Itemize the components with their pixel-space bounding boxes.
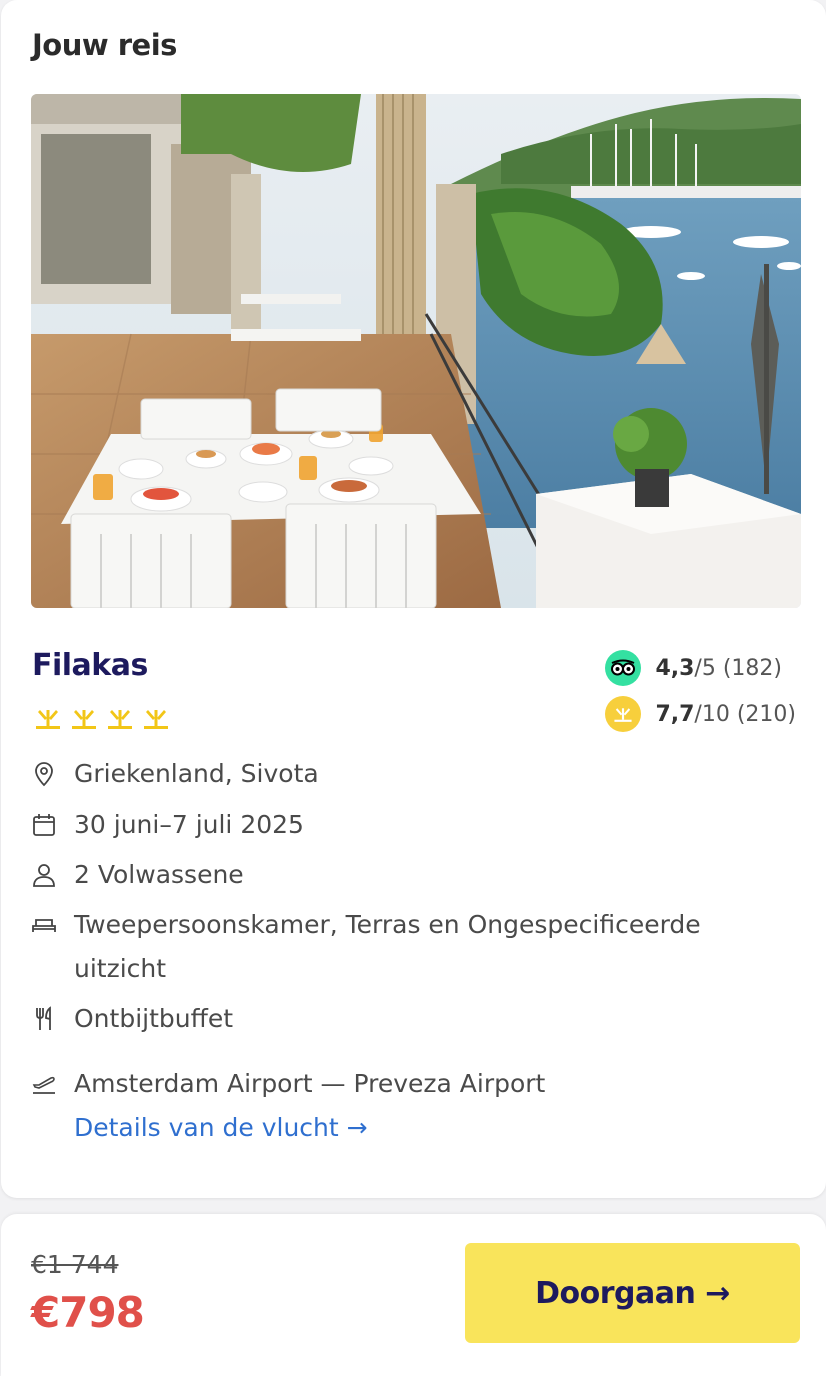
room-text: Tweepersoonskamer, Terras en Ongespecifi… [74, 910, 701, 983]
meal-row: Ontbijtbuffet [31, 997, 791, 1041]
sun-star-icon [72, 710, 96, 729]
hotel-photo[interactable] [31, 94, 801, 608]
tripadvisor-rating-text: 4,3/5 (182) [655, 655, 783, 681]
price-footer: €1 744 €798 Doorgaan → [1, 1214, 826, 1376]
ratings: 4,3/5 (182) 7,7/10 (210) [605, 648, 796, 740]
flight-row: Amsterdam Airport — Preveza Airport [31, 1062, 791, 1106]
location-text: Griekenland, Sivota [74, 759, 319, 788]
star-rating [34, 704, 170, 732]
continue-button[interactable]: Doorgaan → [465, 1243, 800, 1343]
dates-row: 30 juni–7 juli 2025 [31, 803, 791, 847]
dates-text: 30 juni–7 juli 2025 [74, 810, 304, 839]
old-price: €1 744 [31, 1250, 119, 1279]
location-row: Griekenland, Sivota [31, 752, 791, 796]
cutlery-icon [31, 997, 61, 1041]
trip-details: Griekenland, Sivota 30 juni–7 juli 2025 … [31, 752, 791, 1150]
person-icon [31, 853, 61, 897]
location-pin-icon [31, 752, 61, 796]
sunweb-rating-text: 7,7/10 (210) [655, 701, 796, 727]
flight-route-text: Amsterdam Airport — Preveza Airport [74, 1069, 546, 1098]
sun-star-icon [108, 710, 132, 729]
card-title: Jouw reis [32, 28, 177, 62]
sun-star-icon [144, 710, 168, 729]
new-price: €798 [31, 1288, 145, 1337]
sunweb-rating[interactable]: 7,7/10 (210) [605, 694, 796, 734]
guests-text: 2 Volwassene [74, 860, 244, 889]
tripadvisor-rating[interactable]: 4,3/5 (182) [605, 648, 796, 688]
tripadvisor-icon [605, 650, 642, 686]
room-row: Tweepersoonskamer, Terras en Ongespecifi… [31, 903, 791, 991]
meal-text: Ontbijtbuffet [74, 1004, 234, 1033]
guests-row: 2 Volwassene [31, 853, 791, 897]
flight-details-link[interactable]: Details van de vlucht → [74, 1106, 791, 1150]
calendar-icon [31, 803, 61, 847]
trip-card: Jouw reis Filakas 4,3/5 (182) 7,7/10 (21… [1, 0, 826, 1198]
plane-takeoff-icon [31, 1062, 61, 1106]
hotel-name[interactable]: Filakas [32, 648, 148, 683]
sun-star-icon [36, 710, 60, 729]
bed-icon [31, 903, 61, 947]
sunweb-sun-icon [605, 696, 642, 732]
